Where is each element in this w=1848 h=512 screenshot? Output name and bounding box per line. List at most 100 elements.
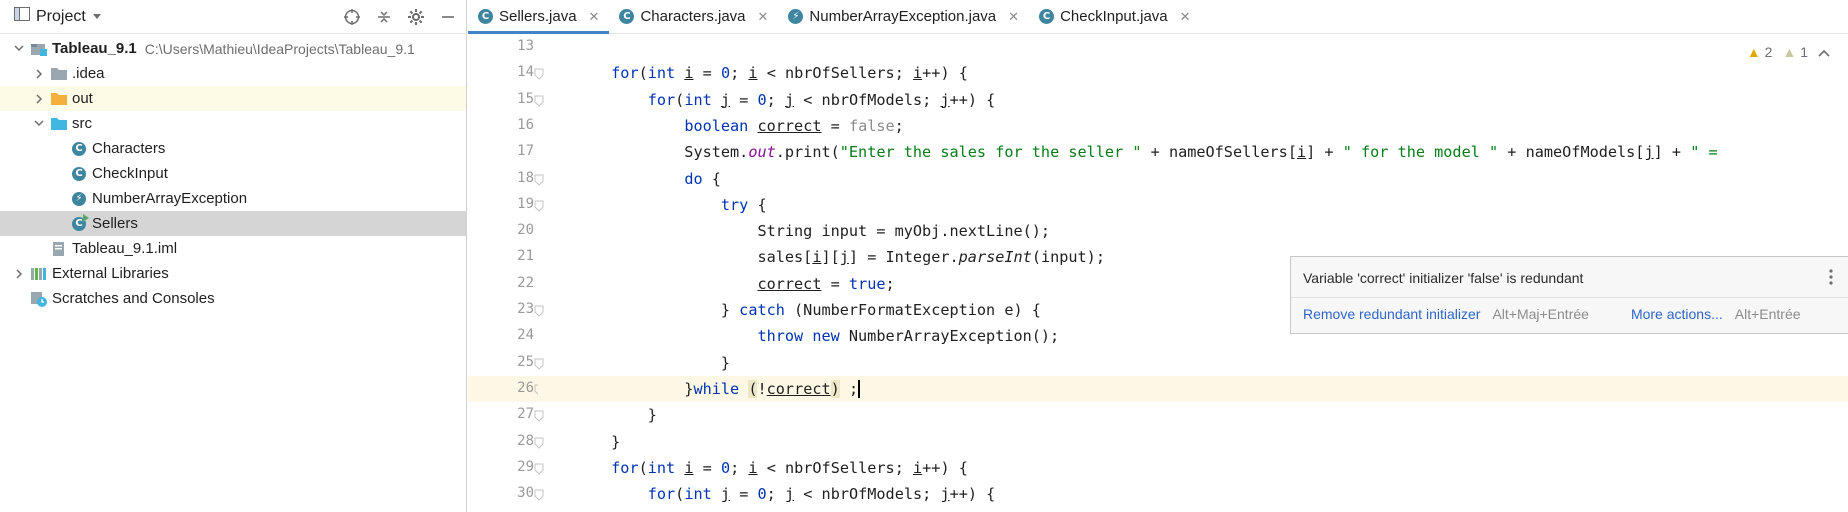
remove-initializer-shortcut: Alt+Maj+Entrée [1492, 306, 1589, 322]
editor-gutter[interactable]: 13 14 15 16 17 18 19 20 21 22 23 24 25 26 27 28 29 30 [468, 34, 544, 512]
line-number: 15 [517, 90, 534, 107]
tree-item[interactable]: C CheckInput [0, 161, 466, 186]
code-line[interactable]: for(int i = 0; i < nbrOfSellers; i++) { [538, 455, 1848, 481]
scratches-icon [30, 291, 48, 307]
line-number: 21 [517, 248, 534, 265]
code-line[interactable]: } [538, 402, 1848, 428]
editor-tab[interactable]: ⚡ NumberArrayException.java ✕ [778, 0, 1029, 33]
tree-item-label: src [72, 115, 92, 132]
warning-count[interactable]: ▲ 2 [1747, 44, 1773, 60]
inspection-widget[interactable]: ▲ 2 ▲ 1 [1747, 44, 1830, 60]
tree-item[interactable]: .idea [0, 61, 466, 86]
source-folder-icon [50, 116, 68, 132]
editor-tab[interactable]: C Sellers.java ✕ [468, 0, 610, 34]
tree-item[interactable]: src [0, 111, 466, 136]
tree-item[interactable]: C Characters [0, 136, 466, 161]
collapse-all-icon[interactable] [373, 6, 395, 28]
line-number: 16 [517, 116, 534, 133]
more-options-icon[interactable] [1829, 269, 1833, 288]
tree-item-label: Tableau_9.1 [52, 40, 137, 57]
collapsed-arrow-icon[interactable] [32, 92, 46, 106]
project-window-icon [14, 7, 30, 26]
collapsed-arrow-icon[interactable] [12, 267, 26, 281]
tab-label: CheckInput.java [1060, 8, 1168, 25]
more-actions-shortcut: Alt+Entrée [1734, 306, 1801, 322]
chevron-up-icon[interactable] [1818, 44, 1830, 60]
editor-tab[interactable]: C Characters.java ✕ [609, 0, 778, 33]
inspection-message: Variable 'correct' initializer 'false' i… [1303, 270, 1584, 286]
code-line[interactable]: boolean correct = false; [538, 113, 1848, 139]
remove-initializer-action[interactable]: Remove redundant initializer [1303, 306, 1480, 322]
tree-item[interactable]: External Libraries [0, 261, 466, 286]
close-icon[interactable]: ✕ [758, 9, 769, 25]
close-icon[interactable]: ✕ [1180, 9, 1191, 25]
code-line[interactable]: String input = myObj.nextLine(); [538, 218, 1848, 244]
tree-item-label: CheckInput [92, 165, 168, 182]
line-number: 20 [517, 222, 534, 239]
code-line[interactable]: try { [538, 192, 1848, 218]
editor-tab[interactable]: C CheckInput.java ✕ [1029, 0, 1200, 33]
tab-label: Sellers.java [499, 8, 577, 25]
editor-tabs: C Sellers.java ✕ C Characters.java ✕ ⚡ NumberAr… [468, 0, 1848, 34]
code-line[interactable]: System.out.print("Enter the sales for th… [538, 139, 1848, 165]
minimize-icon[interactable] [437, 6, 459, 28]
library-icon [30, 266, 48, 282]
line-number: 24 [517, 327, 534, 344]
line-number: 22 [517, 274, 534, 291]
weak-warning-count[interactable]: ▲ 1 [1782, 44, 1808, 60]
more-actions-link[interactable]: More actions... [1631, 306, 1723, 322]
warning-icon: ▲ [1746, 44, 1761, 60]
tree-item[interactable]: Tableau_9.1.iml [0, 236, 466, 261]
line-number: 29 [517, 458, 534, 475]
code-line[interactable]: } [538, 429, 1848, 455]
project-view-selector[interactable]: Project [14, 7, 102, 26]
collapsed-arrow-icon[interactable] [32, 67, 46, 81]
code-line[interactable]: }while (!correct) ; [538, 375, 1848, 402]
tab-label: Characters.java [640, 8, 746, 25]
line-number: 14 [517, 64, 534, 81]
module-icon [30, 41, 48, 57]
expanded-arrow-icon[interactable] [32, 117, 46, 131]
tree-item-label: .idea [72, 65, 105, 82]
weak-warning-count-value: 1 [1800, 44, 1808, 60]
inspection-popup: Variable 'correct' initializer 'false' i… [1290, 256, 1848, 334]
code-line[interactable]: for(int j = 0; j < nbrOfModels; j++) { [538, 87, 1848, 113]
close-icon[interactable]: ✕ [589, 9, 600, 25]
tree-item[interactable]: out [0, 86, 466, 111]
tree-item[interactable]: Scratches and Consoles [0, 286, 466, 311]
line-number: 19 [517, 195, 534, 212]
code-line[interactable]: do { [538, 166, 1848, 192]
folder-icon [50, 66, 68, 82]
line-number: 30 [517, 485, 534, 502]
tree-item[interactable]: C Sellers [0, 211, 466, 236]
line-number: 27 [517, 406, 534, 423]
tree-item-label: External Libraries [52, 265, 169, 282]
tree-item[interactable]: Tableau_9.1 C:\Users\Mathieu\IdeaProjects… [0, 36, 466, 61]
code-line[interactable]: for(int i = 0; i < nbrOfSellers; i++) { [538, 60, 1848, 86]
iml-file-icon [50, 241, 68, 257]
tree-item-label: Scratches and Consoles [52, 290, 215, 307]
code-line[interactable]: } [538, 350, 1848, 376]
tree-item[interactable]: ⚡ NumberArrayException [0, 186, 466, 211]
tree-item-label: Characters [92, 140, 166, 157]
gear-icon[interactable] [405, 6, 427, 28]
java-class-run-icon: C [70, 213, 89, 232]
expanded-arrow-icon[interactable] [12, 42, 26, 56]
code-line[interactable]: for(int j = 0; j < nbrOfModels; j++) { [538, 481, 1848, 507]
line-number: 25 [517, 353, 534, 370]
locate-file-icon[interactable] [341, 6, 363, 28]
line-number: 17 [517, 143, 534, 160]
line-number: 18 [517, 169, 534, 186]
exception-class-icon: ⚡ [70, 191, 88, 207]
tree-item-label: NumberArrayException [92, 190, 248, 207]
tree-item-label: out [72, 90, 93, 107]
code-line[interactable] [538, 34, 1848, 60]
close-icon[interactable]: ✕ [1008, 9, 1019, 25]
project-panel-title: Project [36, 7, 86, 25]
line-number: 13 [517, 38, 534, 54]
